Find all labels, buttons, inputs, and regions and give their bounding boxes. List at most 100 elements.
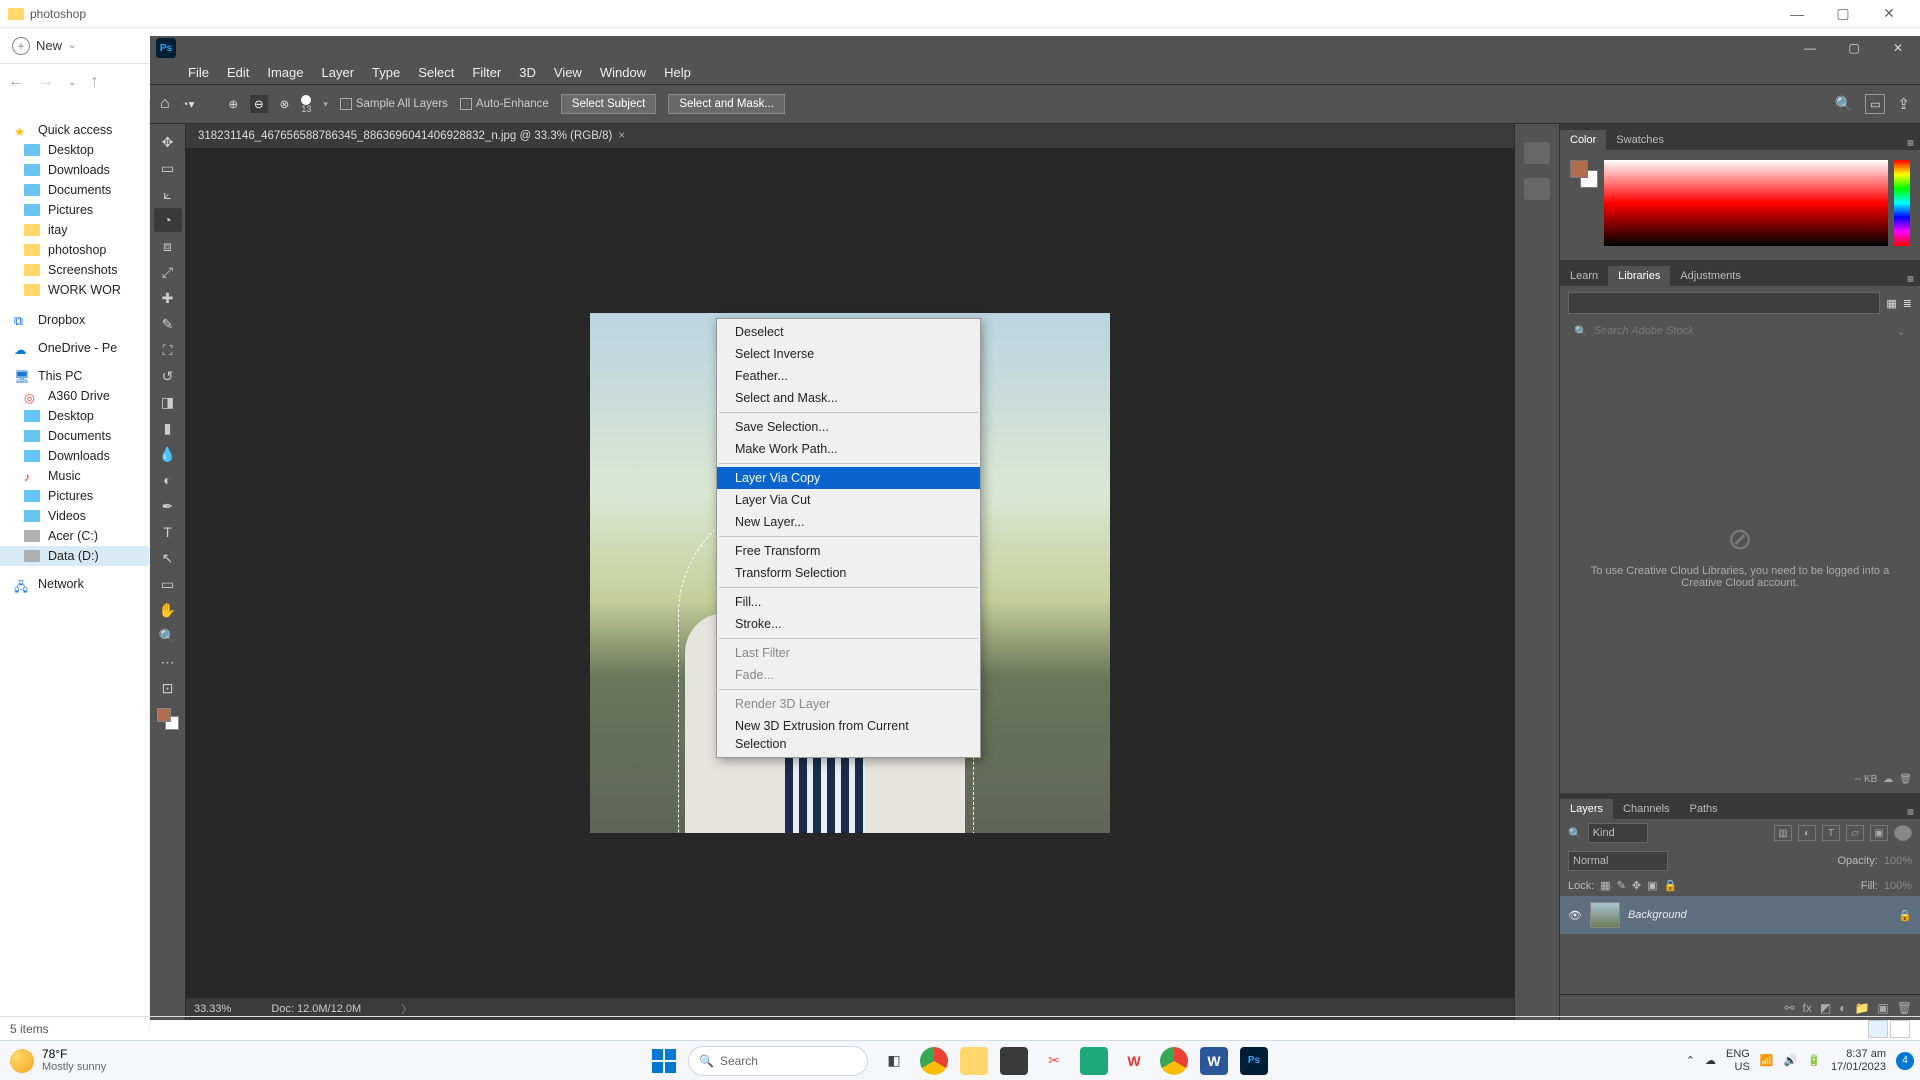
lock-position-icon[interactable]: ✥ — [1632, 879, 1641, 892]
app-green-icon[interactable] — [1080, 1047, 1108, 1075]
filter-smart-icon[interactable]: ▣ — [1870, 825, 1888, 841]
sidebar-item-screenshots[interactable]: Screenshots — [0, 260, 149, 280]
cloud-sync-icon[interactable]: ☁ — [1883, 774, 1893, 785]
new-layer-icon[interactable]: ▣ — [1877, 1001, 1888, 1015]
layer-background[interactable]: 👁 Background 🔒 — [1560, 896, 1920, 934]
filter-toggle-icon[interactable] — [1894, 825, 1912, 841]
tray-chevron-icon[interactable]: ⌃ — [1686, 1054, 1695, 1067]
sidebar-item-onedrive[interactable]: ☁OneDrive - Pe — [0, 338, 149, 358]
up-button[interactable]: ↑ — [90, 73, 98, 91]
select-and-mask-button[interactable]: Select and Mask... — [668, 94, 785, 114]
brush-preview-icon[interactable] — [301, 95, 311, 105]
ctx-feather[interactable]: Feather... — [717, 365, 980, 387]
link-icon[interactable]: ⚯ — [1784, 1001, 1794, 1015]
dodge-tool-icon[interactable]: ◐ — [154, 468, 182, 492]
photoshop-taskbar-icon[interactable]: Ps — [1240, 1047, 1268, 1075]
chrome2-icon[interactable] — [1160, 1047, 1188, 1075]
library-select[interactable] — [1568, 292, 1880, 314]
color-field[interactable] — [1604, 160, 1888, 246]
tab-channels[interactable]: Channels — [1613, 799, 1679, 819]
blend-mode-select[interactable]: Normal — [1568, 851, 1668, 871]
doc-info-chevron-icon[interactable]: 〉 — [401, 1001, 412, 1017]
document-tab[interactable]: 318231146_467656588786345_88636960414069… — [186, 124, 1514, 148]
panel-menu-icon[interactable]: ≡ — [1901, 136, 1920, 150]
mode-intersect-icon[interactable]: ⊗ — [280, 97, 290, 111]
quick-access-header[interactable]: ★Quick access — [0, 120, 149, 140]
history-chevron-icon[interactable]: ⌄ — [68, 77, 76, 88]
menu-file[interactable]: File — [188, 65, 209, 80]
close-button[interactable]: ✕ — [1866, 0, 1912, 28]
lang1[interactable]: ENG — [1726, 1048, 1750, 1060]
ctx-deselect[interactable]: Deselect — [717, 321, 980, 343]
tab-color[interactable]: Color — [1560, 130, 1606, 150]
share-icon[interactable]: ⇪ — [1897, 95, 1910, 113]
forward-button[interactable]: → — [38, 73, 54, 91]
path-select-tool-icon[interactable]: ↖ — [154, 546, 182, 570]
select-subject-button[interactable]: Select Subject — [561, 94, 657, 114]
library-search[interactable]: 🔍 Search Adobe Stock ⌄ — [1568, 320, 1912, 342]
properties-panel-icon[interactable] — [1524, 178, 1550, 200]
maximize-button[interactable]: ▢ — [1820, 0, 1866, 28]
sidebar-item-pc-pictures[interactable]: Pictures — [0, 486, 149, 506]
fill-value[interactable]: 100% — [1884, 880, 1912, 892]
blur-tool-icon[interactable]: 💧 — [154, 442, 182, 466]
ctx-select-inverse[interactable]: Select Inverse — [717, 343, 980, 365]
panel-menu-icon[interactable]: ≡ — [1901, 805, 1920, 819]
history-panel-icon[interactable] — [1524, 142, 1550, 164]
battery-icon[interactable]: 🔋 — [1807, 1054, 1821, 1067]
menu-type[interactable]: Type — [372, 65, 400, 80]
filter-kind-select[interactable]: Kind — [1588, 823, 1648, 843]
new-button[interactable]: + New ⌄ — [12, 37, 76, 55]
close-tab-icon[interactable]: × — [618, 130, 625, 142]
pen-tool-icon[interactable]: ✒ — [154, 494, 182, 518]
tab-layers[interactable]: Layers — [1560, 799, 1613, 819]
hand-tool-icon[interactable]: ✋ — [154, 598, 182, 622]
sidebar-item-acer-c[interactable]: Acer (C:) — [0, 526, 149, 546]
filter-pixel-icon[interactable]: ▥ — [1774, 825, 1792, 841]
quick-select-tool-icon[interactable]: ◔ — [154, 208, 182, 232]
sidebar-item-network[interactable]: 🖧Network — [0, 574, 149, 594]
lock-pixels-icon[interactable]: ✎ — [1617, 879, 1626, 892]
details-view-icon[interactable] — [1868, 1020, 1888, 1038]
chrome-icon[interactable] — [920, 1047, 948, 1075]
mode-subtract-icon[interactable]: ⊖ — [250, 95, 268, 113]
notepad-icon[interactable] — [1000, 1047, 1028, 1075]
thumbnails-view-icon[interactable] — [1890, 1020, 1910, 1038]
eraser-tool-icon[interactable]: ◨ — [154, 390, 182, 414]
sidebar-item-pc-documents[interactable]: Documents — [0, 426, 149, 446]
menu-window[interactable]: Window — [600, 65, 646, 80]
mask-icon[interactable]: ◩ — [1820, 1001, 1831, 1015]
brush-tool-icon[interactable]: ✎ — [154, 312, 182, 336]
sidebar-item-itay[interactable]: itay — [0, 220, 149, 240]
hue-slider[interactable] — [1894, 160, 1910, 246]
sidebar-item-a360[interactable]: ◎A360 Drive — [0, 386, 149, 406]
crop-tool-icon[interactable]: ⧈ — [154, 234, 182, 258]
filter-type-icon[interactable]: T — [1822, 825, 1840, 841]
list-view-icon[interactable]: ≣ — [1903, 297, 1912, 310]
wifi-icon[interactable]: 📶 — [1760, 1054, 1774, 1067]
menu-3d[interactable]: 3D — [519, 65, 536, 80]
wps-icon[interactable]: W — [1120, 1047, 1148, 1075]
sidebar-item-documents[interactable]: Documents — [0, 180, 149, 200]
sidebar-item-pictures[interactable]: Pictures — [0, 200, 149, 220]
sidebar-item-desktop[interactable]: Desktop — [0, 140, 149, 160]
notification-badge[interactable]: 4 — [1896, 1052, 1914, 1070]
trash-icon[interactable]: 🗑 — [1899, 774, 1912, 785]
clock-time[interactable]: 8:37 am — [1831, 1048, 1886, 1060]
ps-maximize-button[interactable]: ▢ — [1832, 41, 1876, 55]
zoom-tool-icon[interactable]: 🔍 — [154, 624, 182, 648]
lock-all-icon[interactable]: 🔒 — [1664, 879, 1678, 892]
ctx-new-layer[interactable]: New Layer... — [717, 511, 980, 533]
lock-transparency-icon[interactable]: ▦ — [1600, 879, 1610, 892]
mode-add-icon[interactable]: ⊕ — [228, 97, 238, 111]
panel-menu-icon[interactable]: ≡ — [1901, 272, 1920, 286]
sidebar-item-data-d[interactable]: Data (D:) — [0, 546, 149, 566]
lasso-tool-icon[interactable]: ⟀ — [154, 182, 182, 206]
ctx-fill[interactable]: Fill... — [717, 591, 980, 613]
volume-icon[interactable]: 🔊 — [1784, 1054, 1798, 1067]
sidebar-item-pc-videos[interactable]: Videos — [0, 506, 149, 526]
ctx-transform-selection[interactable]: Transform Selection — [717, 562, 980, 584]
history-brush-tool-icon[interactable]: ↺ — [154, 364, 182, 388]
weather-widget[interactable]: 78°F Mostly sunny — [0, 1048, 116, 1073]
sample-all-layers-checkbox[interactable]: Sample All Layers — [340, 98, 448, 110]
